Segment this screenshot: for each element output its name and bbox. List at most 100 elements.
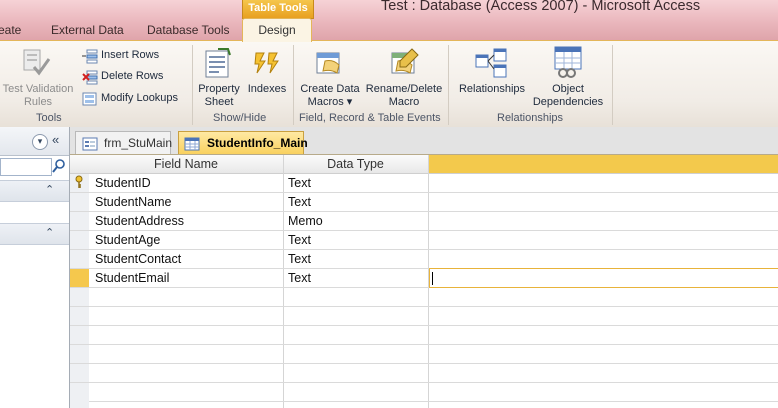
create-data-macros-label-1: Create Data [300,83,360,95]
create-data-macros-label-2: Macros ▾ [307,96,353,108]
field-name-cell[interactable]: StudentEmail [95,269,169,287]
row-selector[interactable] [70,364,89,383]
field-name-cell[interactable]: StudentID [95,174,151,192]
double-chevron-left-icon[interactable]: « [52,132,59,147]
create-data-macros-button[interactable]: Create Data Macros ▾ [298,83,362,109]
table-row: StudentContact Text [89,250,778,269]
row-selector[interactable] [70,288,89,307]
navigation-pane: ▾ « ⌃ ⌃ [0,127,70,408]
column-header-data-type[interactable]: Data Type [283,155,429,174]
table-row[interactable] [89,364,778,383]
rename-delete-macro-label-2: Macro [388,96,420,108]
rename-delete-macro-button[interactable]: Rename/Delete Macro [363,83,445,109]
data-type-cell[interactable]: Text [288,231,311,249]
modify-lookups-icon [82,91,98,110]
indexes-button[interactable]: Indexes [246,83,288,96]
object-dependencies-button[interactable]: Object Dependencies [528,83,608,109]
data-type-cell[interactable]: Text [288,269,311,287]
tab-database-tools[interactable]: Database Tools [147,20,230,40]
row-selector[interactable] [70,231,89,250]
table-row[interactable] [89,307,778,326]
table-row[interactable] [89,288,778,307]
property-sheet-label-1: Property [198,83,240,95]
data-type-cell[interactable]: Memo [288,212,323,230]
doc-tab-label: StudentInfo_Main [207,136,308,150]
field-name-cell[interactable]: StudentName [95,193,171,211]
row-selector[interactable] [70,212,89,231]
double-chevron-up-icon[interactable]: ⌃ [45,226,54,239]
row-selector[interactable] [70,193,89,212]
data-type-cell[interactable]: Text [288,250,311,268]
property-sheet-button[interactable]: Property Sheet [196,83,242,109]
table-row: StudentName Text [89,193,778,212]
table-row[interactable] [89,326,778,345]
relationships-button[interactable]: Relationships [456,83,528,96]
description-input[interactable] [429,268,778,288]
table-row: StudentAge Text [89,231,778,250]
nav-pane-header: ▾ « [0,127,69,156]
group-divider [192,45,193,125]
field-name-cell[interactable]: StudentAge [95,231,160,249]
table-design-grid: Field Name Data Type StudentID Text Stud… [70,155,778,408]
row-selector[interactable] [70,326,89,345]
indexes-icon [250,47,284,82]
row-selector[interactable] [70,307,89,326]
insert-rows-icon [82,48,98,67]
row-selector[interactable] [70,383,89,408]
tab-create[interactable]: eate [0,20,21,40]
primary-key-icon [74,175,84,192]
property-sheet-icon [200,47,234,82]
table-row: StudentID Text [89,174,778,193]
group-divider [448,45,449,125]
row-selector[interactable] [70,345,89,364]
show-hide-group-label: Show/Hide [213,112,267,124]
row-selector-header[interactable] [70,155,90,174]
text-cursor [432,272,433,285]
tab-external-data[interactable]: External Data [51,20,124,40]
field-name-cell[interactable]: StudentAddress [95,212,184,230]
rename-delete-macro-label-1: Rename/Delete [365,83,443,95]
column-header-field-name[interactable]: Field Name [89,155,284,174]
data-type-cell[interactable]: Text [288,193,311,211]
search-icon[interactable] [52,158,66,177]
doc-tab-label: frm_StuMain [104,136,173,150]
nav-search-input[interactable] [0,158,52,176]
property-sheet-label-2: Sheet [204,96,234,108]
double-chevron-up-icon[interactable]: ⌃ [45,183,54,196]
chevron-down-icon[interactable]: ▾ [32,134,48,150]
ribbon: Test Validation Rules Insert Rows Delete… [0,40,778,128]
doc-tab-frm-stumain[interactable]: frm_StuMain [75,131,173,154]
create-data-macros-icon [313,47,347,82]
row-selector[interactable] [70,250,89,269]
object-dependencies-icon [551,45,585,82]
group-divider [293,45,294,125]
insert-rows-label: Insert Rows [101,49,160,61]
row-selector-current[interactable] [70,269,89,288]
object-dependencies-label-2: Dependencies [532,96,604,108]
delete-rows-icon [82,69,98,88]
rename-delete-macro-icon [388,47,422,82]
window-title: Test : Database (Access 2007) - Microsof… [381,0,701,14]
column-header-description[interactable] [428,155,778,174]
table-row[interactable] [89,345,778,364]
relationships-icon [474,47,508,82]
data-type-cell[interactable]: Text [288,174,311,192]
test-validation-label-2: Rules [23,96,53,108]
tools-group-label: Tools [36,112,62,124]
nav-group-header[interactable]: ⌃ [0,223,69,245]
test-validation-label-1: Test Validation [2,83,74,95]
test-validation-icon [20,47,54,80]
relationships-group-label: Relationships [497,112,564,124]
delete-rows-label: Delete Rows [101,70,164,82]
field-events-group-label: Field, Record & Table Events [299,112,441,124]
test-validation-rules-button[interactable]: Test Validation Rules [0,83,76,109]
object-dependencies-label-1: Object [552,83,584,95]
row-selector[interactable] [70,174,89,193]
tab-design[interactable]: Design [242,18,312,42]
doc-tab-studentinfo-main[interactable]: StudentInfo_Main [178,131,308,154]
field-name-cell[interactable]: StudentContact [95,250,181,268]
nav-group-header[interactable]: ⌃ [0,180,69,202]
table-row[interactable] [89,383,778,402]
document-tab-bar: frm_StuMain StudentInfo_Main [70,127,778,155]
group-divider [612,45,613,125]
